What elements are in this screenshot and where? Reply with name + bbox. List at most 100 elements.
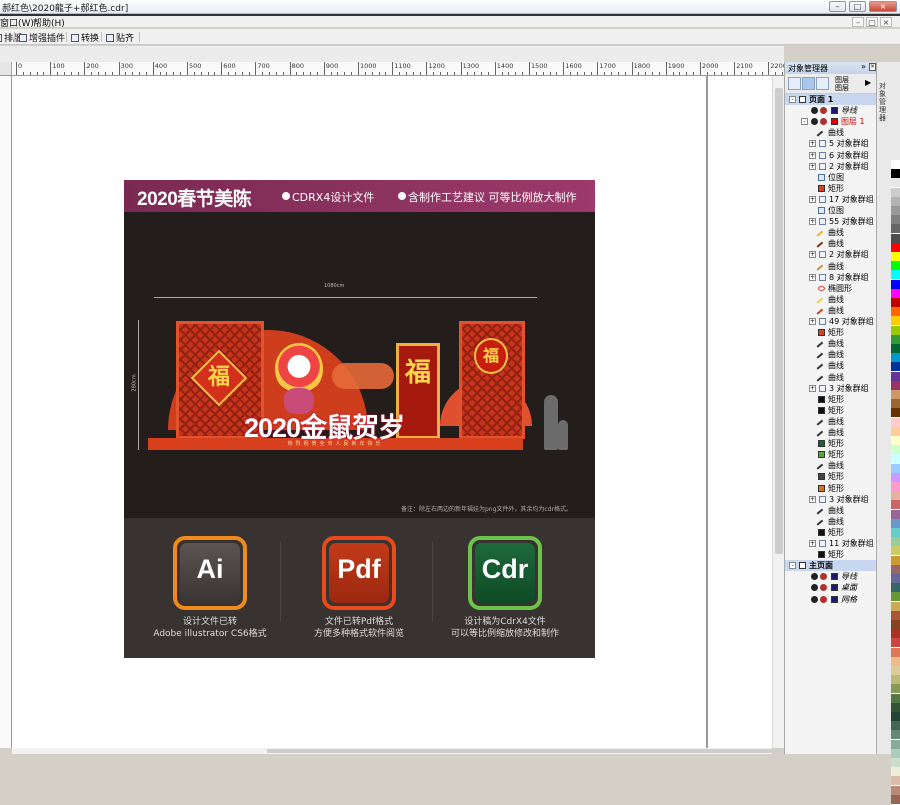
tree-item[interactable]: 导线 <box>785 105 877 116</box>
tree-item[interactable]: 网格 <box>785 594 877 605</box>
expand-icon[interactable]: + <box>809 251 816 259</box>
collapse-icon[interactable]: - <box>789 96 796 103</box>
menu-help[interactable]: 帮助(H) <box>33 16 65 29</box>
tree-item[interactable]: 曲线 <box>785 127 877 141</box>
tree-item[interactable]: +3 对象群组 <box>785 383 877 394</box>
print-icon[interactable] <box>820 118 827 126</box>
vertical-ruler[interactable] <box>0 76 12 748</box>
layer-manager-view-icon[interactable] <box>816 77 829 90</box>
print-icon[interactable] <box>820 573 827 581</box>
edit-across-layers-icon[interactable] <box>802 77 815 90</box>
docker-close-icon[interactable]: × <box>869 63 876 71</box>
ruler-corner[interactable] <box>0 62 12 76</box>
vertical-scroll-thumb[interactable] <box>775 88 783 554</box>
tree-item[interactable]: 矩形 <box>785 471 877 482</box>
tree-item[interactable]: 位图 <box>785 205 877 216</box>
horizontal-scroll-thumb[interactable] <box>267 749 779 753</box>
expand-icon[interactable]: + <box>809 495 816 503</box>
visibility-eye-icon[interactable] <box>811 595 818 603</box>
tree-item[interactable]: 矩形 <box>785 449 877 460</box>
tree-item[interactable]: 曲线 <box>785 338 877 352</box>
tree-item[interactable]: +55 对象群组 <box>785 216 877 227</box>
layer-tool-label-2[interactable]: 图层 <box>835 84 849 92</box>
vertical-scrollbar[interactable] <box>772 76 784 748</box>
toolbar-snap-button[interactable]: 贴齐 <box>106 31 134 44</box>
expand-icon[interactable]: + <box>809 195 816 203</box>
tree-item[interactable]: 椭圆形 <box>785 283 877 294</box>
tree-item[interactable]: 矩形 <box>785 394 877 405</box>
expand-icon[interactable]: + <box>809 540 816 547</box>
tree-item[interactable]: +5 对象群组 <box>785 138 877 149</box>
print-icon[interactable] <box>820 595 827 603</box>
doc-close-button[interactable]: × <box>880 17 892 27</box>
horizontal-ruler[interactable]: 0 100 200 300 400 500 600 700 800 900 1000 1100 1200… <box>12 62 784 76</box>
visibility-eye-icon[interactable] <box>811 584 818 592</box>
tree-item[interactable]: 曲线 <box>785 238 877 252</box>
tree-item[interactable]: - 图层 1 <box>785 116 877 127</box>
visibility-eye-icon[interactable] <box>811 107 818 115</box>
print-icon[interactable] <box>820 584 827 592</box>
menu-window[interactable]: 窗口(W) <box>0 16 34 29</box>
maximize-button[interactable]: □ <box>849 1 866 12</box>
tree-item[interactable]: 矩形 <box>785 405 877 416</box>
layer-tool-label-1[interactable]: 图层 <box>835 76 849 84</box>
tree-item[interactable]: - 页面 1 <box>785 94 877 105</box>
toolbar-convert-button[interactable]: 转换 <box>71 31 99 44</box>
print-icon[interactable] <box>820 107 827 115</box>
docker-collapse-icon[interactable]: » <box>861 62 866 71</box>
close-button[interactable]: × <box>869 1 897 12</box>
tree-item[interactable]: 曲线 <box>785 372 877 385</box>
visibility-eye-icon[interactable] <box>811 573 818 581</box>
tree-item[interactable]: 矩形 <box>785 527 877 538</box>
expand-icon[interactable]: + <box>809 384 816 392</box>
tree-item[interactable]: - 主页面 <box>785 560 877 572</box>
expand-icon[interactable]: + <box>809 218 816 226</box>
minimize-button[interactable]: – <box>829 1 846 12</box>
tree-item[interactable]: 矩形 <box>785 549 877 560</box>
lantern-fu: 福 <box>474 338 508 374</box>
tree-item[interactable]: +11 对象群组 <box>785 538 877 549</box>
color-swatch[interactable] <box>891 794 900 805</box>
expand-icon[interactable]: + <box>809 140 816 148</box>
tree-item[interactable]: +3 对象群组 <box>785 494 877 505</box>
tree-item[interactable]: +17 对象群组 <box>785 194 877 205</box>
show-properties-icon[interactable] <box>788 77 801 90</box>
tree-item[interactable]: 曲线 <box>785 294 877 308</box>
tree-item[interactable]: 曲线 <box>785 227 877 241</box>
tree-item[interactable]: 曲线 <box>785 360 877 374</box>
tree-item[interactable]: 曲线 <box>785 416 877 430</box>
collapse-icon[interactable]: - <box>789 562 796 570</box>
design-artwork[interactable]: 2020春节美陈 CDRX4设计文件 含制作工艺建议 可等比例放大制作 1080… <box>124 180 595 658</box>
tree-item[interactable]: 曲线 <box>785 427 877 441</box>
tree-item[interactable]: +2 对象群组 <box>785 249 877 260</box>
expand-icon[interactable]: + <box>809 151 816 159</box>
expand-icon[interactable]: + <box>809 162 816 170</box>
doc-restore-button[interactable]: □ <box>866 17 878 27</box>
tree-item[interactable]: +6 对象群组 <box>785 150 877 161</box>
tree-item[interactable]: 导线 <box>785 571 877 582</box>
tree-item[interactable]: 桌面 <box>785 582 877 593</box>
horizontal-scrollbar[interactable] <box>12 748 779 754</box>
tree-item[interactable]: 矩形 <box>785 438 877 449</box>
tree-item[interactable]: +8 对象群组 <box>785 272 877 283</box>
tree-item[interactable]: 曲线 <box>785 516 877 530</box>
tree-item[interactable]: 矩形 <box>785 183 877 194</box>
toolbar-plugin-button[interactable]: 增强插件 <box>19 31 65 44</box>
docker-side-tab[interactable]: 对象管理器 <box>879 82 889 122</box>
expand-icon[interactable]: + <box>809 273 816 281</box>
tree-item[interactable]: 曲线 <box>785 505 877 519</box>
collapse-icon[interactable]: - <box>801 118 808 126</box>
tree-item[interactable]: 曲线 <box>785 349 877 363</box>
visibility-eye-icon[interactable] <box>811 118 818 126</box>
docker-menu-arrow-icon[interactable]: ▶ <box>865 78 871 87</box>
tree-item[interactable]: 曲线 <box>785 305 877 319</box>
tree-item[interactable]: 曲线 <box>785 460 877 474</box>
tree-item[interactable]: 矩形 <box>785 483 877 494</box>
tree-item[interactable]: 位图 <box>785 172 877 183</box>
tree-item[interactable]: +2 对象群组 <box>785 161 877 172</box>
tree-item[interactable]: 矩形 <box>785 327 877 338</box>
expand-icon[interactable]: + <box>809 318 816 325</box>
doc-minimize-button[interactable]: – <box>852 17 864 27</box>
tree-item[interactable]: 曲线 <box>785 261 877 274</box>
tree-item[interactable]: +49 对象群组 <box>785 316 877 327</box>
